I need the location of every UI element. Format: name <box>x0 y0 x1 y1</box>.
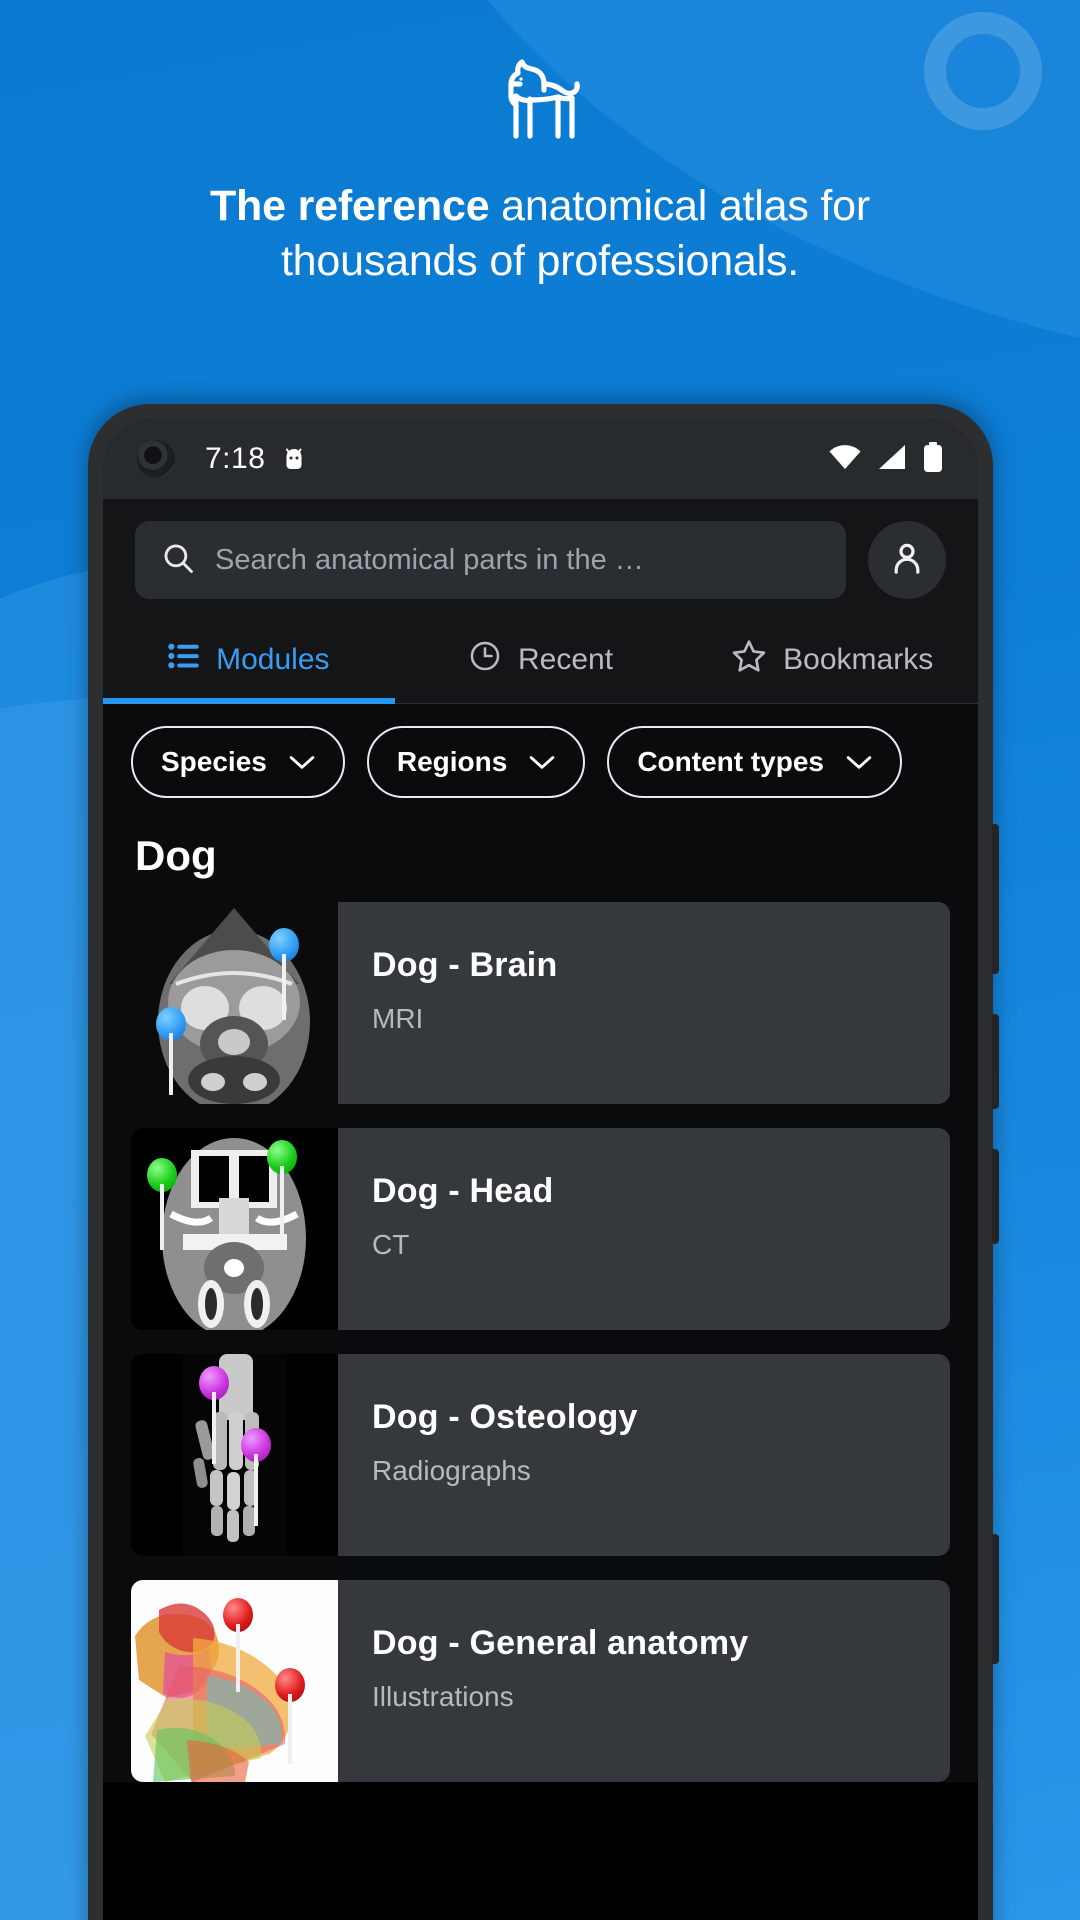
chevron-down-icon <box>846 746 872 778</box>
filter-chip-row: Species Regions Content types <box>131 726 950 798</box>
filter-chip-regions-label: Regions <box>396 746 508 777</box>
filter-chip-regions[interactable]: Regions <box>366 726 586 798</box>
phone-side-button <box>992 1014 999 1109</box>
tab-bookmarks[interactable]: Bookmarks <box>686 617 978 703</box>
cellular-signal-icon <box>876 443 908 476</box>
hero-section: The reference anatomical atlas for thous… <box>0 0 1080 289</box>
list-item-title: Dog - General anatomy <box>372 1624 749 1662</box>
status-bar-clock: 7:18 <box>205 442 266 475</box>
list-item-title: Dog - Head <box>372 1172 554 1210</box>
chevron-down-icon <box>289 746 315 778</box>
tab-modules-label: Modules <box>216 643 330 676</box>
search-icon <box>161 541 195 580</box>
tab-recent[interactable]: Recent <box>395 617 687 703</box>
status-bar-indicators <box>828 441 944 477</box>
list-item[interactable]: Dog - Head CT <box>131 1128 950 1330</box>
search-row: Search anatomical parts in the … <box>103 499 978 617</box>
camera-icon <box>137 440 175 478</box>
module-list-content: Species Regions Content types Dog Dog - … <box>103 704 978 1782</box>
module-thumbnail-ct-head <box>131 1128 338 1330</box>
list-item-subtitle: Illustrations <box>372 1681 514 1712</box>
battery-icon <box>922 441 944 477</box>
page-title: Dog <box>135 832 217 879</box>
list-item-subtitle: MRI <box>372 1003 424 1034</box>
module-thumbnail-mri-brain <box>131 902 338 1104</box>
wifi-icon <box>828 443 862 476</box>
dog-outline-icon <box>494 52 586 153</box>
list-item-subtitle: Radiographs <box>372 1455 531 1486</box>
tab-bar: Modules Recent Bookmarks <box>103 617 978 704</box>
list-icon <box>168 642 200 678</box>
list-item-body: Dog - Brain MRI <box>338 902 950 1104</box>
tab-bookmarks-label: Bookmarks <box>783 643 934 676</box>
clock-icon <box>468 639 502 681</box>
status-bar: 7:18 <box>103 419 978 499</box>
android-bug-icon <box>281 445 307 473</box>
search-input[interactable]: Search anatomical parts in the … <box>135 521 846 599</box>
filter-chip-content-types-label: Content types <box>637 746 825 777</box>
promo-headline: The reference anatomical atlas for thous… <box>0 179 1080 289</box>
chevron-down-icon <box>529 746 555 778</box>
list-item-subtitle: CT <box>372 1229 410 1260</box>
list-item-body: Dog - Head CT <box>338 1128 950 1330</box>
list-item-body: Dog - Osteology Radiographs <box>338 1354 950 1556</box>
tab-modules[interactable]: Modules <box>103 617 395 704</box>
list-item-body: Dog - General anatomy Illustrations <box>338 1580 950 1782</box>
list-item[interactable]: Dog - General anatomy Illustrations <box>131 1580 950 1782</box>
phone-side-button <box>992 1534 999 1664</box>
search-placeholder: Search anatomical parts in the … <box>215 543 644 576</box>
star-icon <box>731 639 767 681</box>
person-icon <box>887 538 927 583</box>
module-thumbnail-radiograph-paw <box>131 1354 338 1556</box>
tab-recent-label: Recent <box>517 643 614 676</box>
list-item-title: Dog - Brain <box>372 946 558 984</box>
list-item-title: Dog - Osteology <box>372 1398 638 1436</box>
headline-bold: The reference <box>209 182 490 230</box>
phone-side-button <box>992 1149 999 1244</box>
module-thumbnail-illustration-dog <box>131 1580 338 1782</box>
app-shell: Search anatomical parts in the … Modules… <box>103 499 978 1782</box>
list-item[interactable]: Dog - Osteology Radiographs <box>131 1354 950 1556</box>
module-list: Dog - Brain MRI Dog - Head CT Dog - Oste… <box>131 902 950 1782</box>
phone-screen: 7:18 Search anatomical parts in the … Mo… <box>103 419 978 1920</box>
filter-chip-content-types[interactable]: Content types <box>607 726 903 798</box>
list-item[interactable]: Dog - Brain MRI <box>131 902 950 1104</box>
phone-side-button <box>992 824 999 974</box>
filter-chip-species-label: Species <box>161 746 267 777</box>
phone-mockup: 7:18 Search anatomical parts in the … Mo… <box>88 404 999 1920</box>
filter-chip-species[interactable]: Species <box>131 726 345 798</box>
account-button[interactable] <box>868 521 946 599</box>
